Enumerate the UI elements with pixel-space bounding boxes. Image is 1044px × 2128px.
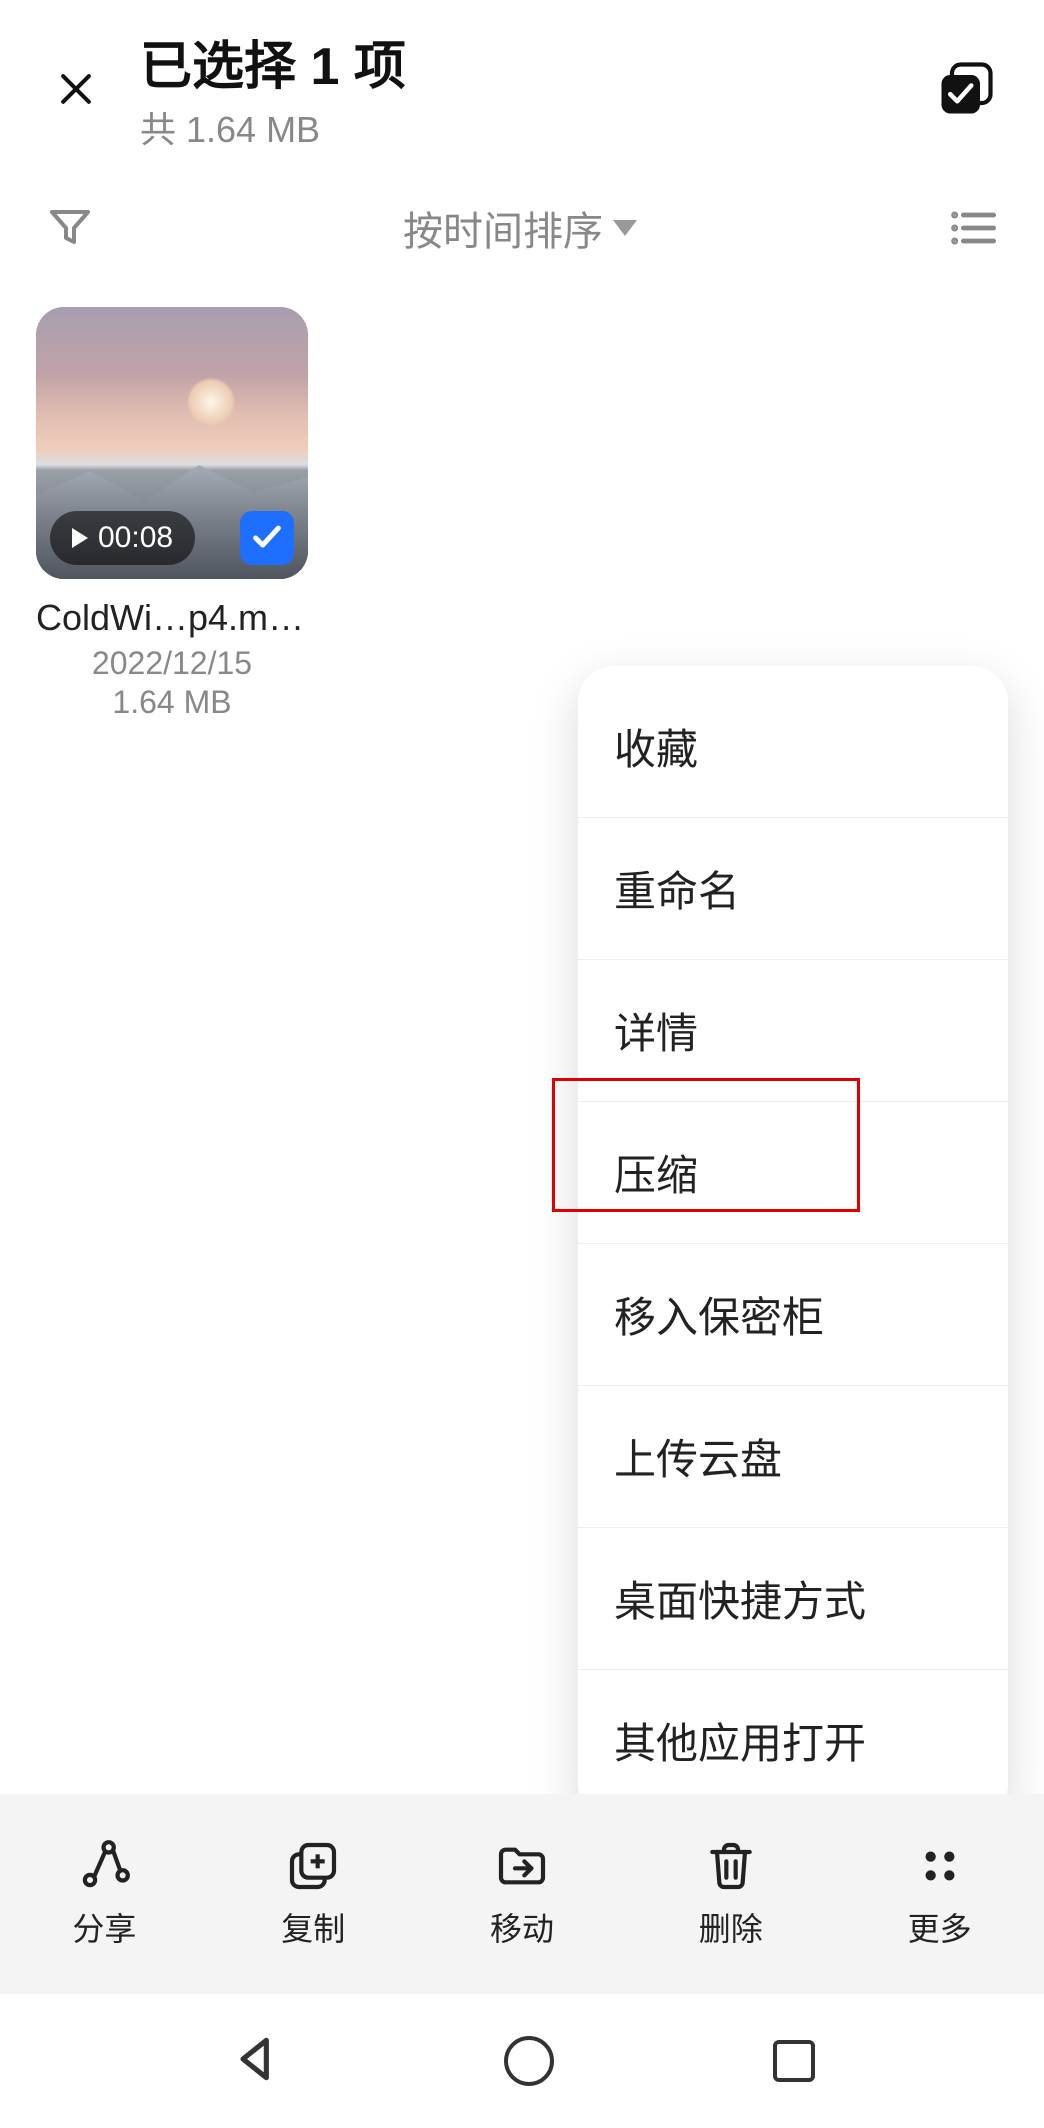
nav-home-icon[interactable] [504,2036,554,2086]
file-item[interactable]: 00:08 ColdWi…p4.mp4 2022/12/15 1.64 MB [36,307,308,721]
duration-text: 00:08 [98,521,173,555]
filter-icon[interactable] [44,202,96,254]
system-nav-bar [0,1994,1044,2128]
menu-rename[interactable]: 重命名 [578,818,1008,960]
file-thumbnail[interactable]: 00:08 [36,307,308,579]
menu-favorite[interactable]: 收藏 [578,676,1008,818]
menu-desktop-shortcut[interactable]: 桌面快捷方式 [578,1528,1008,1670]
selected-check-icon[interactable] [240,511,294,565]
menu-upload-cloud[interactable]: 上传云盘 [578,1386,1008,1528]
menu-details[interactable]: 详情 [578,960,1008,1102]
more-button[interactable]: 更多 [835,1794,1044,1994]
file-date: 2022/12/15 [36,645,308,682]
more-label: 更多 [908,1904,972,1950]
view-toggle-icon[interactable] [944,200,1000,256]
file-name: ColdWi…p4.mp4 [36,597,308,639]
selection-subtitle: 共 1.64 MB [140,101,936,153]
nav-recents-icon[interactable] [773,2040,815,2082]
close-button[interactable] [48,61,104,117]
share-button[interactable]: 分享 [0,1794,209,1994]
move-button[interactable]: 移动 [418,1794,627,1994]
duration-badge: 00:08 [50,511,195,565]
copy-button[interactable]: 复制 [209,1794,418,1994]
menu-move-to-safe[interactable]: 移入保密柜 [578,1244,1008,1386]
play-icon [72,528,88,548]
file-size: 1.64 MB [36,684,308,721]
select-all-button[interactable] [936,59,996,119]
copy-label: 复制 [281,1904,345,1950]
action-toolbar: 分享 复制 移动 删除 [0,1794,1044,1994]
chevron-down-icon [613,220,637,236]
sort-label: 按时间排序 [403,199,603,257]
delete-label: 删除 [699,1904,763,1950]
menu-open-with[interactable]: 其他应用打开 [578,1670,1008,1811]
sort-selector[interactable]: 按时间排序 [96,199,944,257]
selection-header: 已选择 1 项 共 1.64 MB [0,0,1044,163]
share-label: 分享 [72,1904,136,1950]
context-menu: 收藏 重命名 详情 压缩 移入保密柜 上传云盘 桌面快捷方式 其他应用打开 [578,666,1008,1821]
nav-back-icon[interactable] [229,2031,285,2092]
sort-bar: 按时间排序 [0,163,1044,277]
menu-compress[interactable]: 压缩 [578,1102,1008,1244]
move-label: 移动 [490,1904,554,1950]
selection-title: 已选择 1 项 [140,24,936,99]
delete-button[interactable]: 删除 [626,1794,835,1994]
